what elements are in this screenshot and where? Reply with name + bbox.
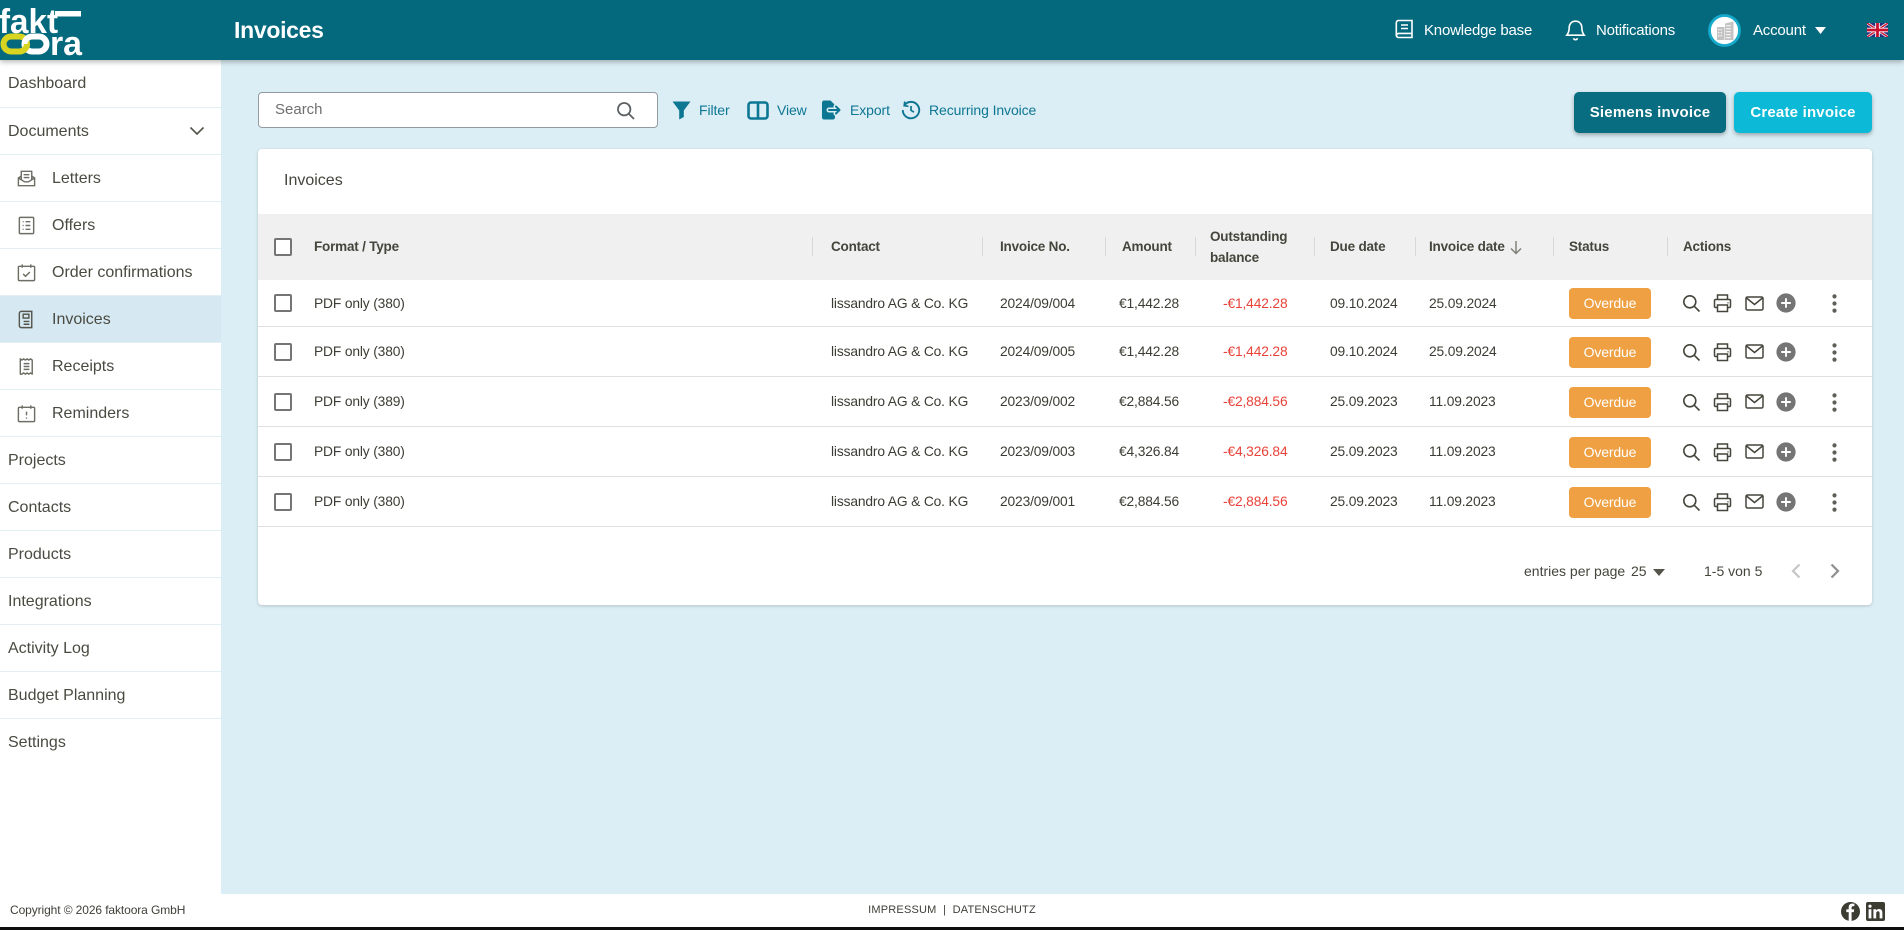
svg-text:ra: ra bbox=[50, 25, 83, 58]
